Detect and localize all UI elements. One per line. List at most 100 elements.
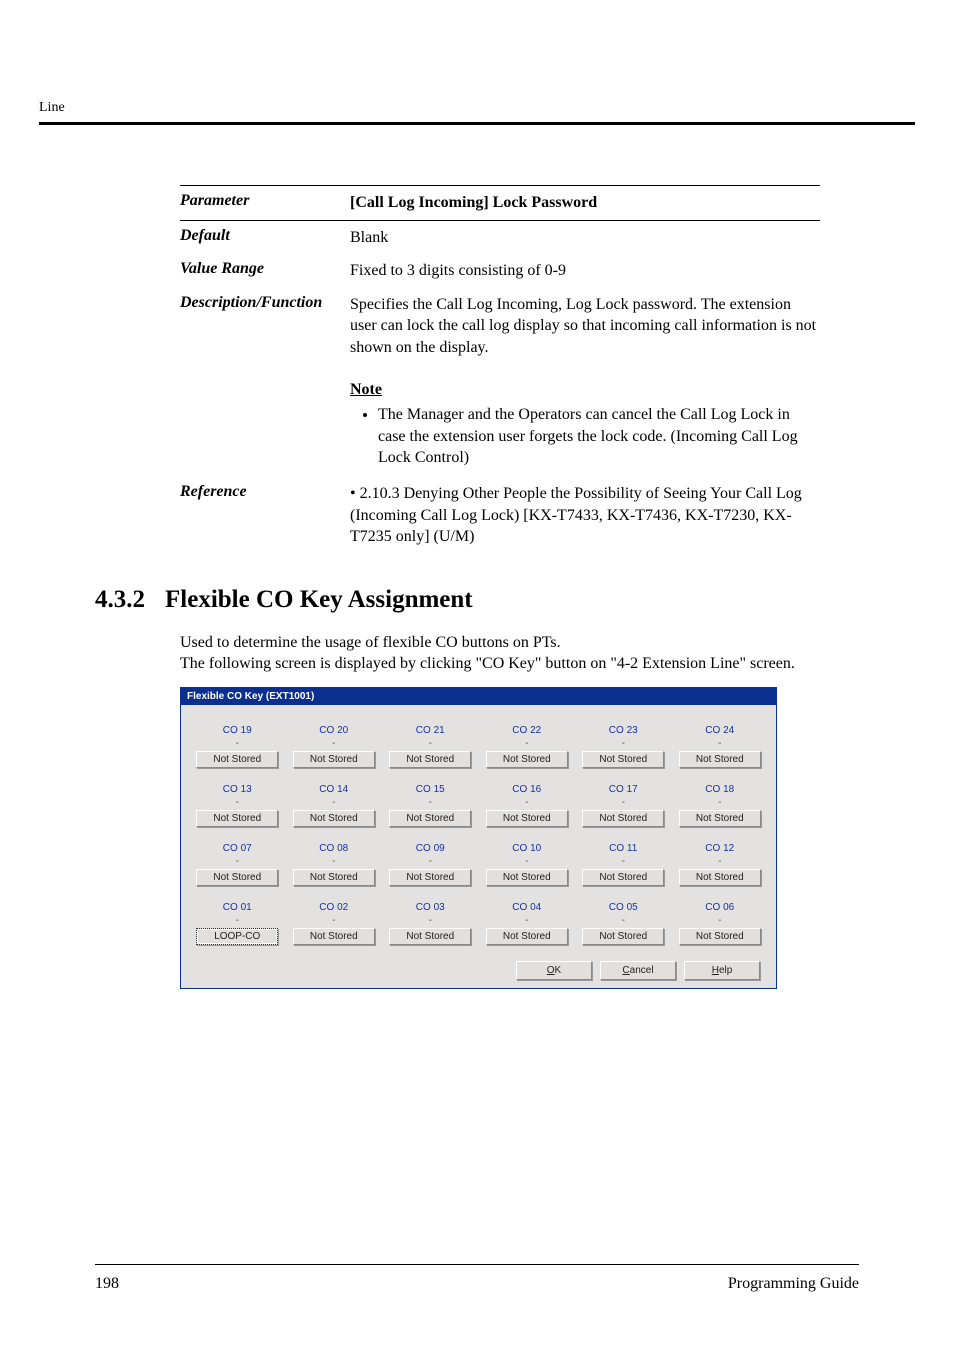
co-key-grid: CO 19-Not StoredCO 20-Not StoredCO 21-No… (193, 725, 764, 955)
co-dash: - (386, 856, 475, 867)
co-dash: - (676, 915, 765, 926)
cancel-button[interactable]: Cancel (600, 961, 676, 980)
co-key-button[interactable]: Not Stored (486, 928, 568, 945)
co-cell: CO 19-Not Stored (193, 725, 282, 778)
co-dash: - (676, 797, 765, 808)
co-label: CO 08 (290, 843, 379, 854)
co-label: CO 03 (386, 902, 475, 913)
co-key-button[interactable]: Not Stored (679, 869, 761, 886)
co-key-button[interactable]: Not Stored (389, 928, 471, 945)
app-window: Flexible CO Key (EXT1001) CO 19-Not Stor… (180, 687, 777, 989)
co-cell: CO 11-Not Stored (579, 843, 668, 896)
co-key-button[interactable]: Not Stored (486, 751, 568, 768)
parameter-table: Parameter [Call Log Incoming] Lock Passw… (180, 185, 820, 554)
label-description: Description/Function (180, 294, 350, 359)
co-dash: - (193, 797, 282, 808)
note-block: Note The Manager and the Operators can c… (350, 379, 820, 469)
co-cell: CO 08-Not Stored (290, 843, 379, 896)
value-reference: • 2.10.3 Denying Other People the Possib… (350, 483, 820, 548)
co-cell: CO 12 - Not Stored (676, 843, 765, 896)
co-dash: - (386, 915, 475, 926)
co-cell: CO 01-LOOP-CO (193, 902, 282, 955)
co-cell: CO 22-Not Stored (483, 725, 572, 778)
co-dash: - (676, 856, 765, 867)
co-cell: CO 06-Not Stored (676, 902, 765, 955)
help-rest: elp (719, 965, 732, 976)
help-button[interactable]: Help (684, 961, 760, 980)
co-label: CO 14 (290, 784, 379, 795)
co-key-button[interactable]: Not Stored (389, 810, 471, 827)
app-body: CO 19-Not StoredCO 20-Not StoredCO 21-No… (181, 705, 776, 988)
co-cell: CO 14-Not Stored (290, 784, 379, 837)
co-cell: CO 10-Not Stored (483, 843, 572, 896)
co-cell: CO 23-Not Stored (579, 725, 668, 778)
co-dash: - (386, 797, 475, 808)
page-number: 198 (95, 1275, 119, 1293)
co-cell: CO 15 - Not Stored (386, 784, 475, 837)
co-key-button[interactable]: Not Stored (389, 869, 471, 886)
value-default: Blank (350, 227, 820, 249)
co-label: CO 04 (483, 902, 572, 913)
co-label: CO 11 (579, 843, 668, 854)
co-dash: - (290, 738, 379, 749)
note-heading: Note (350, 379, 820, 401)
co-label: CO 18 (676, 784, 765, 795)
header-rule (39, 122, 915, 125)
co-key-button[interactable]: Not Stored (293, 928, 375, 945)
note-item: The Manager and the Operators can cancel… (378, 404, 820, 469)
co-dash: - (579, 797, 668, 808)
co-cell: CO 21-Not Stored (386, 725, 475, 778)
intro-line2: The following screen is displayed by cli… (180, 655, 795, 672)
co-cell: CO 13-Not Stored (193, 784, 282, 837)
co-cell: CO 18 - Not Stored (676, 784, 765, 837)
co-key-button[interactable]: Not Stored (486, 869, 568, 886)
co-key-button[interactable]: Not Stored (293, 869, 375, 886)
co-label: CO 12 (676, 843, 765, 854)
label-parameter: Parameter (180, 192, 350, 214)
co-key-button[interactable]: Not Stored (196, 869, 278, 886)
co-key-button[interactable]: Not Stored (582, 928, 664, 945)
co-label: CO 23 (579, 725, 668, 736)
app-titlebar: Flexible CO Key (EXT1001) (181, 688, 776, 705)
co-dash: - (676, 738, 765, 749)
co-label: CO 20 (290, 725, 379, 736)
value-range: Fixed to 3 digits consisting of 0-9 (350, 260, 820, 282)
label-reference: Reference (180, 483, 350, 548)
co-key-button[interactable]: Not Stored (196, 810, 278, 827)
co-dash: - (290, 915, 379, 926)
co-key-button[interactable]: Not Stored (679, 928, 761, 945)
co-label: CO 01 (193, 902, 282, 913)
co-key-button-selected[interactable]: LOOP-CO (196, 928, 278, 945)
co-key-button[interactable]: Not Stored (293, 751, 375, 768)
cancel-accesskey: C (622, 965, 629, 976)
co-key-button[interactable]: Not Stored (196, 751, 278, 768)
co-dash: - (579, 915, 668, 926)
co-key-button[interactable]: Not Stored (389, 751, 471, 768)
co-key-button[interactable]: Not Stored (582, 751, 664, 768)
co-key-button[interactable]: Not Stored (582, 869, 664, 886)
ok-rest: K (555, 965, 562, 976)
co-key-button[interactable]: Not Stored (679, 810, 761, 827)
co-label: CO 16 (483, 784, 572, 795)
co-cell: CO 20 - Not Stored (290, 725, 379, 778)
ok-accesskey: O (547, 965, 555, 976)
app-footer: OK Cancel Help (193, 955, 764, 980)
co-key-button[interactable]: Not Stored (582, 810, 664, 827)
intro-line1: Used to determine the usage of flexible … (180, 634, 561, 651)
co-key-button[interactable]: Not Stored (679, 751, 761, 768)
co-dash: - (193, 738, 282, 749)
value-description: Specifies the Call Log Incoming, Log Loc… (350, 294, 820, 359)
ok-button[interactable]: OK (516, 961, 592, 980)
section-title: Flexible CO Key Assignment (165, 586, 473, 614)
co-label: CO 15 (386, 784, 475, 795)
co-key-button[interactable]: Not Stored (486, 810, 568, 827)
co-label: CO 02 (290, 902, 379, 913)
co-key-button[interactable]: Not Stored (293, 810, 375, 827)
co-label: CO 17 (579, 784, 668, 795)
co-dash: - (483, 915, 572, 926)
co-dash: - (483, 797, 572, 808)
co-label: CO 21 (386, 725, 475, 736)
co-cell: CO 04 - Not Stored (483, 902, 572, 955)
section-heading: 4.3.2 Flexible CO Key Assignment (95, 586, 859, 614)
co-label: CO 05 (579, 902, 668, 913)
